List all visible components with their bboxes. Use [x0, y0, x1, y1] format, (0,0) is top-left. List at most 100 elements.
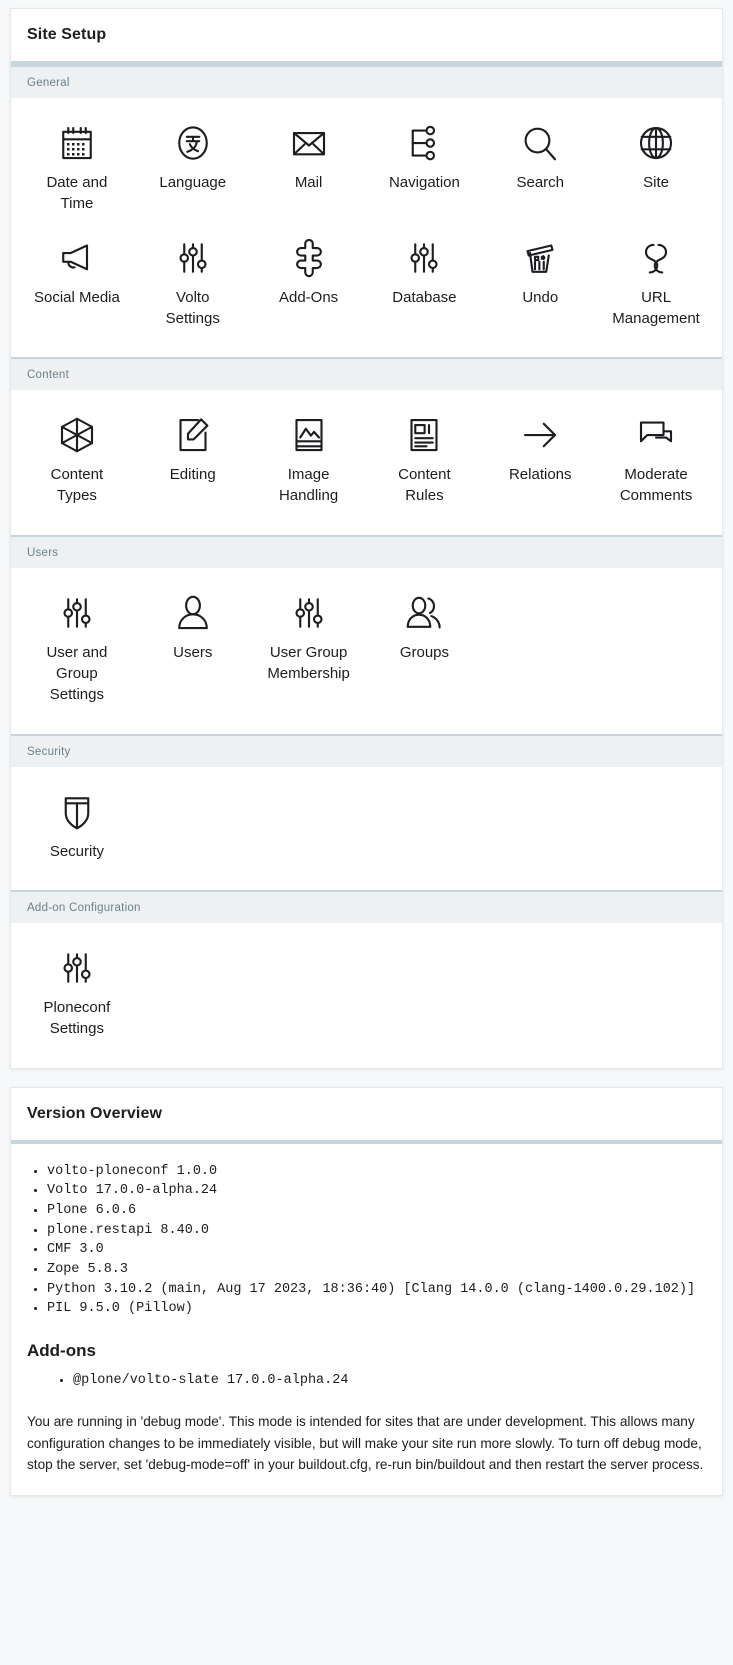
section-header-content: Content — [11, 357, 722, 391]
tile-label: User Group Membership — [267, 643, 350, 683]
section-header-security: Security — [11, 733, 722, 767]
arrow-right-icon — [519, 414, 561, 456]
version-item: volto-ploneconf 1.0.0 — [47, 1162, 706, 1182]
tile-relations[interactable]: Relations — [482, 406, 598, 517]
version-item: CMF 3.0 — [47, 1240, 706, 1260]
section-label: Content — [27, 369, 70, 382]
tile-mail[interactable]: Mail — [251, 114, 367, 225]
tile-date-and-time[interactable]: Date and Time — [19, 114, 135, 225]
version-item: Zope 5.8.3 — [47, 1260, 706, 1280]
globe-icon — [635, 122, 677, 164]
tile-users[interactable]: Users — [135, 584, 251, 716]
tile-social-media[interactable]: Social Media — [19, 229, 135, 340]
link-icon — [635, 237, 677, 279]
tile-label: Search — [516, 174, 564, 191]
section-label: Security — [27, 745, 71, 758]
pencil-page-icon — [172, 414, 214, 456]
version-item: plone.restapi 8.40.0 — [47, 1221, 706, 1241]
section-header-users: Users — [11, 534, 722, 568]
megaphone-icon — [56, 237, 98, 279]
tile-security[interactable]: Security — [19, 783, 135, 872]
tile-site[interactable]: Site — [598, 114, 714, 225]
version-list: volto-ploneconf 1.0.0Volto 17.0.0-alpha.… — [27, 1162, 706, 1320]
version-overview-header: Version Overview — [11, 1087, 722, 1144]
section-label: Add-on Configuration — [27, 901, 141, 914]
tile-language[interactable]: Language — [135, 114, 251, 225]
tile-content-rules[interactable]: Content Rules — [367, 406, 483, 517]
puzzle-icon — [288, 237, 330, 279]
version-item: PIL 9.5.0 (Pillow) — [47, 1299, 706, 1319]
tile-groups[interactable]: Groups — [367, 584, 483, 716]
tile-user-group-membership[interactable]: User Group Membership — [251, 584, 367, 716]
document-list-icon — [403, 414, 445, 456]
navigation-icon — [403, 122, 445, 164]
trash-icon — [519, 237, 561, 279]
sliders-icon — [403, 237, 445, 279]
section-label: General — [27, 77, 70, 89]
tile-volto-settings[interactable]: Volto Settings — [135, 229, 251, 340]
tile-grid-security: Security — [11, 766, 722, 890]
tile-label: Mail — [294, 174, 323, 191]
tile-label: Groups — [399, 643, 450, 661]
user-icon — [172, 592, 214, 634]
tile-label: Site — [643, 174, 669, 191]
tile-grid-general: Date and Time Language Mail Navigation Searc… — [11, 98, 722, 358]
sliders-icon — [288, 592, 330, 634]
tile-label: Ploneconf Settings — [43, 998, 111, 1038]
users-group-icon — [403, 592, 445, 634]
page-title: Site Setup — [27, 26, 107, 43]
tile-content-types[interactable]: Content Types — [19, 406, 135, 517]
comments-icon — [635, 414, 677, 456]
tile-add-ons[interactable]: Add-Ons — [251, 229, 367, 340]
tile-url-management[interactable]: URL Management — [598, 229, 714, 340]
tile-image-handling[interactable]: Image Handling — [251, 406, 367, 517]
tile-grid-addon-configuration: Ploneconf Settings — [11, 922, 722, 1068]
tile-ploneconf-settings[interactable]: Ploneconf Settings — [19, 939, 135, 1050]
tile-label: Editing — [169, 466, 216, 484]
sliders-icon — [56, 592, 98, 634]
tile-navigation[interactable]: Navigation — [367, 114, 483, 225]
version-overview-card: Version Overview volto-ploneconf 1.0.0Vo… — [10, 1086, 723, 1497]
tile-label: Moderate Comments — [619, 466, 693, 505]
tile-label: Image Handling — [278, 466, 339, 505]
site-setup-card: Site Setup General Date and Time Language M… — [10, 8, 723, 1069]
tile-user-and-group-settings[interactable]: User and Group Settings — [19, 584, 135, 716]
envelope-icon — [288, 122, 330, 164]
calendar-icon — [56, 122, 98, 164]
tile-search[interactable]: Search — [482, 114, 598, 225]
tile-label: Undo — [522, 288, 559, 306]
tile-label: Language — [159, 174, 227, 191]
tile-editing[interactable]: Editing — [135, 406, 251, 517]
language-icon — [172, 122, 214, 164]
tile-label: Users — [173, 643, 213, 661]
sliders-icon — [56, 947, 98, 989]
site-setup-header: Site Setup — [11, 9, 722, 65]
tile-label: Content Types — [50, 466, 104, 505]
site-setup-sections: General Date and Time Language Mail Navigati… — [11, 65, 722, 1068]
section-header-general: General — [11, 65, 722, 98]
tile-undo[interactable]: Undo — [482, 229, 598, 340]
tile-label: URL Management — [612, 288, 700, 327]
version-item: Python 3.10.2 (main, Aug 17 2023, 18:36:… — [47, 1280, 706, 1300]
tile-label: Date and Time — [46, 174, 108, 213]
tile-grid-content: Content Types Editing Image Handling Conten… — [11, 390, 722, 535]
tile-label: User and Group Settings — [46, 643, 108, 704]
magnifier-icon — [519, 122, 561, 164]
addon-item: @plone/volto-slate 17.0.0-alpha.24 — [73, 1371, 706, 1391]
tile-label: Volto Settings — [165, 288, 220, 327]
tile-database[interactable]: Database — [367, 229, 483, 340]
version-overview-body: volto-ploneconf 1.0.0Volto 17.0.0-alpha.… — [11, 1143, 722, 1496]
tile-label: Add-Ons — [278, 288, 339, 306]
shield-icon — [56, 791, 98, 833]
version-overview-title: Version Overview — [27, 1104, 163, 1122]
tile-label: Database — [392, 288, 457, 306]
section-label: Users — [27, 546, 59, 559]
version-item: Plone 6.0.6 — [47, 1201, 706, 1221]
tile-label: Content Rules — [398, 466, 451, 505]
addons-list: @plone/volto-slate 17.0.0-alpha.24 — [27, 1371, 706, 1391]
tile-grid-users: User and Group Settings Users User Group M… — [11, 567, 722, 734]
sliders-icon — [172, 237, 214, 279]
tile-moderate-comments[interactable]: Moderate Comments — [598, 406, 714, 517]
tile-label: Social Media — [33, 288, 120, 306]
image-icon — [288, 414, 330, 456]
